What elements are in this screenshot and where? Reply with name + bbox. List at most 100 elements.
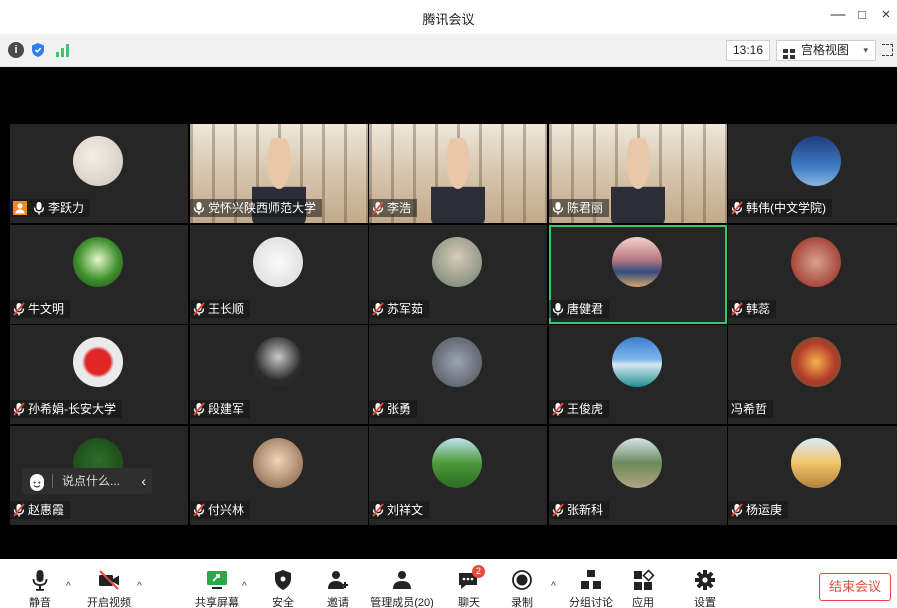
video-options-chevron[interactable]: ^: [137, 581, 142, 592]
view-mode-label: 宫格视图: [801, 43, 850, 57]
participant-tile[interactable]: 李跃力: [10, 124, 188, 223]
minimize-button[interactable]: —: [827, 6, 849, 23]
breakout-button[interactable]: 分组讨论: [569, 569, 613, 608]
apps-icon: [631, 569, 655, 591]
end-meeting-button[interactable]: 结束会议: [819, 573, 891, 601]
handwriting-avatar: [73, 136, 123, 186]
chat-button[interactable]: 2 聊天: [455, 565, 485, 608]
fullscreen-icon[interactable]: [882, 44, 893, 56]
participant-namebar: 张勇: [369, 400, 418, 418]
share-screen-icon: [205, 569, 229, 591]
participant-tile[interactable]: 韩伟(中文学院): [728, 124, 897, 223]
mute-button[interactable]: 静音: [27, 569, 53, 608]
microphone-icon: [552, 201, 564, 215]
view-mode-dropdown[interactable]: 宫格视图 ▾: [776, 40, 876, 61]
chevron-down-icon: ▾: [863, 45, 868, 55]
participant-tile[interactable]: 陈君丽: [549, 124, 727, 223]
participant-namebar: 李浩: [369, 199, 418, 217]
mic-muted-icon: [731, 503, 743, 517]
participant-namebar: 韩蕊: [728, 300, 777, 318]
participant-namebar: 王长顺: [190, 300, 251, 318]
participant-name: 赵惠霞: [28, 503, 65, 517]
portrait-avatar: [253, 337, 303, 387]
shield-icon[interactable]: [30, 42, 46, 58]
participant-namebar: 韩伟(中文学院): [728, 199, 832, 217]
participant-tile[interactable]: 王俊虎: [549, 325, 727, 424]
mute-options-chevron[interactable]: ^: [66, 581, 71, 592]
participant-name: 刘祥文: [387, 503, 424, 517]
meeting-info-bar: i 13:16 宫格视图 ▾: [0, 34, 897, 67]
settings-button[interactable]: 设置: [691, 569, 719, 608]
participant-tile[interactable]: 张勇: [369, 325, 547, 424]
man2-avatar: [253, 438, 303, 488]
participant-tile[interactable]: 牛文明: [10, 225, 188, 324]
garden-avatar: [791, 337, 841, 387]
participant-name: 李浩: [387, 201, 412, 215]
participant-tile[interactable]: 韩蕊: [728, 225, 897, 324]
participant-namebar: 刘祥文: [369, 501, 430, 519]
window-title: 腾讯会议: [422, 12, 475, 27]
participant-name: 苏军茹: [387, 302, 424, 316]
participant-namebar: 孙希娟-长安大学: [10, 400, 122, 418]
participant-namebar: 张新科: [549, 501, 610, 519]
host-icon: [13, 201, 27, 215]
mic-muted-icon: [552, 503, 564, 517]
participant-tile[interactable]: 李浩: [369, 124, 547, 223]
lake-avatar: [612, 438, 662, 488]
participant-name: 王长顺: [208, 302, 245, 316]
participant-name: 段建军: [208, 402, 245, 416]
participant-tile[interactable]: 唐健君: [549, 225, 727, 324]
participant-name: 杨运庚: [746, 503, 783, 517]
record-button[interactable]: 录制: [508, 569, 536, 608]
participant-tile[interactable]: 付兴林: [190, 426, 368, 525]
sunset-avatar: [612, 237, 662, 287]
share-options-chevron[interactable]: ^: [242, 581, 247, 592]
emoji-icon[interactable]: [30, 474, 44, 491]
participant-name: 陈君丽: [567, 201, 604, 215]
mic-muted-icon: [193, 302, 205, 316]
chat-icon: 2: [457, 565, 485, 591]
video-stage: 李跃力 党怀兴陕西师范大学 李浩 陈君丽 韩伟(中文学院) 牛文明 王长顺 苏军茹 唐健君 韩蕊孙…: [0, 67, 897, 559]
participant-tile[interactable]: 张新科: [549, 426, 727, 525]
maximize-button[interactable]: □: [851, 7, 873, 22]
members-icon: [390, 569, 414, 591]
record-options-chevron[interactable]: ^: [551, 581, 556, 592]
participant-tile[interactable]: 王长顺: [190, 225, 368, 324]
close-button[interactable]: ×: [875, 6, 897, 23]
participant-tile[interactable]: 孙希娟-长安大学: [10, 325, 188, 424]
rose-avatar: [73, 337, 123, 387]
participant-name: 唐健君: [567, 302, 604, 316]
participant-tile[interactable]: 段建军: [190, 325, 368, 424]
record-icon: [510, 569, 534, 591]
participant-tile[interactable]: 党怀兴陕西师范大学: [190, 124, 368, 223]
participant-namebar: 赵惠霞: [10, 501, 71, 519]
participant-namebar: 杨运庚: [728, 501, 789, 519]
mute-label: 静音: [29, 597, 51, 608]
collapse-icon[interactable]: ‹: [141, 468, 146, 494]
participant-tile[interactable]: 冯希哲: [728, 325, 897, 424]
grid-view-icon: [783, 46, 795, 59]
mic-muted-icon: [193, 503, 205, 517]
participant-tile[interactable]: 杨运庚: [728, 426, 897, 525]
meeting-time: 13:16: [725, 40, 770, 61]
security-button[interactable]: 安全: [269, 569, 297, 608]
chat-input-bar[interactable]: 说点什么... ‹: [22, 468, 152, 494]
participant-name: 付兴林: [208, 503, 245, 517]
security-label: 安全: [272, 597, 294, 608]
video-button[interactable]: 开启视频: [85, 569, 133, 608]
mic-muted-icon: [193, 402, 205, 416]
manage-members-button[interactable]: 管理成员(20): [370, 569, 434, 608]
breakout-icon: [579, 569, 603, 591]
share-screen-button[interactable]: 共享屏幕: [193, 569, 241, 608]
participant-tile[interactable]: 刘祥文: [369, 426, 547, 525]
participant-name: 牛文明: [28, 302, 65, 316]
forest-avatar: [73, 237, 123, 287]
apps-button[interactable]: 应用: [629, 569, 657, 608]
mic-muted-icon: [13, 302, 25, 316]
participant-tile[interactable]: 苏军茹: [369, 225, 547, 324]
info-icon[interactable]: i: [8, 42, 24, 58]
participant-name: 李跃力: [48, 201, 85, 215]
signal-icon[interactable]: [54, 42, 70, 58]
invite-button[interactable]: 邀请: [324, 569, 352, 608]
chat-placeholder[interactable]: 说点什么...: [62, 468, 120, 494]
